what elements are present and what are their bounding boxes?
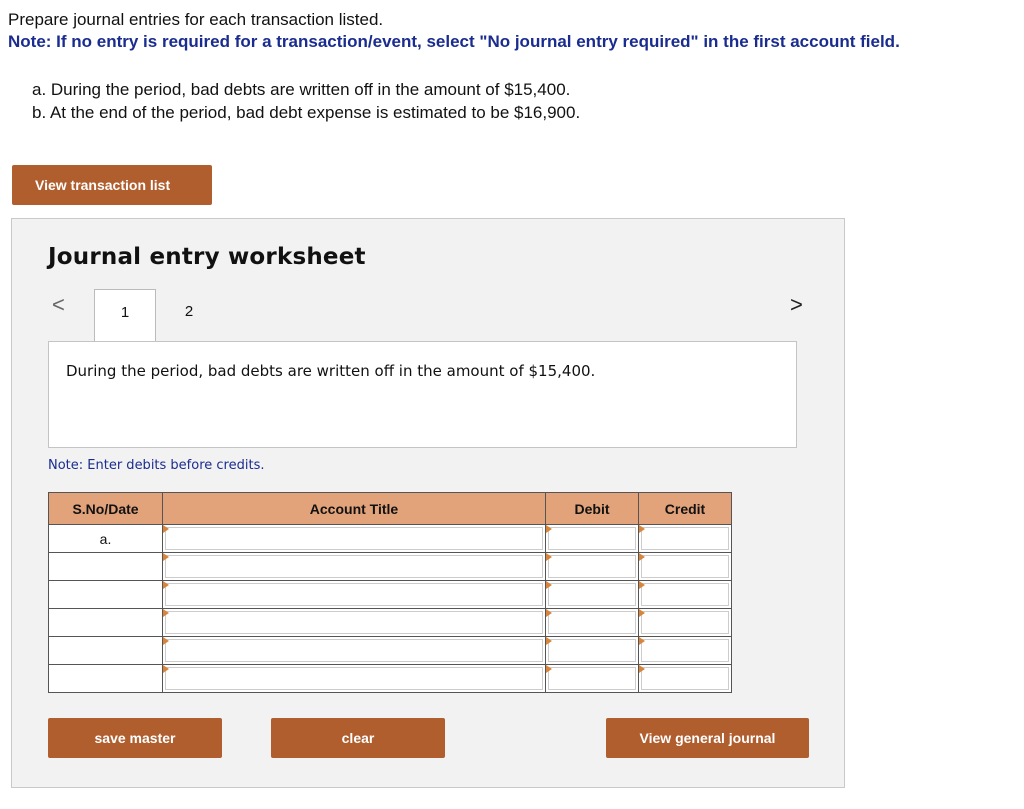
header-credit: Credit: [638, 492, 732, 525]
header-account-title: Account Title: [162, 492, 546, 525]
transaction-list: a. During the period, bad debts are writ…: [32, 78, 580, 124]
dropdown-marker-icon: [639, 553, 645, 561]
enter-debits-note: Note: Enter debits before credits.: [48, 458, 265, 473]
instructions-text: Prepare journal entries for each transac…: [8, 10, 384, 29]
credit-field-cell: [638, 524, 732, 553]
account-title-field-cell: [162, 580, 546, 609]
header-debit: Debit: [545, 492, 639, 525]
dropdown-marker-icon: [639, 525, 645, 533]
account-title-field-cell: [162, 664, 546, 693]
debit-field-cell: [545, 552, 639, 581]
account-title-field[interactable]: [165, 639, 543, 662]
debit-field-cell: [545, 636, 639, 665]
debit-field-cell: [545, 524, 639, 553]
journal-entry-table: S.No/Date Account Title Debit Credit a.: [48, 492, 732, 693]
debit-field[interactable]: [548, 527, 636, 550]
dropdown-marker-icon: [163, 609, 169, 617]
debit-field[interactable]: [548, 611, 636, 634]
table-row: [48, 552, 732, 581]
account-title-field[interactable]: [165, 583, 543, 606]
tab-1[interactable]: 1: [94, 289, 156, 342]
credit-field-cell: [638, 580, 732, 609]
table-row: [48, 608, 732, 637]
date-cell: [48, 552, 163, 581]
clear-button[interactable]: clear: [271, 718, 445, 758]
credit-field-cell: [638, 664, 732, 693]
dropdown-marker-icon: [163, 525, 169, 533]
journal-entry-worksheet-panel: Journal entry worksheet < 1 2 > During t…: [11, 218, 845, 788]
date-cell: [48, 608, 163, 637]
credit-field[interactable]: [641, 611, 729, 634]
instructions-note: Note: If no entry is required for a tran…: [8, 32, 900, 51]
table-row: [48, 636, 732, 665]
dropdown-marker-icon: [163, 553, 169, 561]
transaction-item-b: b. At the end of the period, bad debt ex…: [32, 103, 581, 122]
account-title-field-cell: [162, 636, 546, 665]
view-transaction-list-button[interactable]: View transaction list: [12, 165, 212, 205]
account-title-field-cell: [162, 524, 546, 553]
dropdown-marker-icon: [546, 581, 552, 589]
date-cell: a.: [48, 524, 163, 553]
debit-field-cell: [545, 608, 639, 637]
debit-field[interactable]: [548, 555, 636, 578]
chevron-right-icon[interactable]: >: [790, 294, 803, 316]
transaction-item-a: a. During the period, bad debts are writ…: [32, 80, 571, 99]
account-title-field[interactable]: [165, 527, 543, 550]
date-cell: [48, 664, 163, 693]
dropdown-marker-icon: [546, 609, 552, 617]
credit-field-cell: [638, 608, 732, 637]
credit-field-cell: [638, 552, 732, 581]
worksheet-title: Journal entry worksheet: [48, 244, 366, 270]
date-cell: [48, 580, 163, 609]
view-general-journal-button[interactable]: View general journal: [606, 718, 809, 758]
account-title-field[interactable]: [165, 611, 543, 634]
credit-field-cell: [638, 636, 732, 665]
dropdown-marker-icon: [546, 525, 552, 533]
table-row: [48, 664, 732, 693]
dropdown-marker-icon: [639, 665, 645, 673]
dropdown-marker-icon: [639, 609, 645, 617]
dropdown-marker-icon: [639, 581, 645, 589]
header-date: S.No/Date: [48, 492, 163, 525]
debit-field-cell: [545, 580, 639, 609]
chevron-left-icon[interactable]: <: [52, 294, 65, 316]
save-button[interactable]: save master: [48, 718, 222, 758]
debit-field[interactable]: [548, 583, 636, 606]
credit-field[interactable]: [641, 667, 729, 690]
table-row: [48, 580, 732, 609]
debit-field[interactable]: [548, 667, 636, 690]
credit-field[interactable]: [641, 583, 729, 606]
debit-field[interactable]: [548, 639, 636, 662]
dropdown-marker-icon: [639, 637, 645, 645]
dropdown-marker-icon: [163, 581, 169, 589]
credit-field[interactable]: [641, 555, 729, 578]
account-title-field-cell: [162, 608, 546, 637]
dropdown-marker-icon: [546, 637, 552, 645]
account-title-field-cell: [162, 552, 546, 581]
date-cell: [48, 636, 163, 665]
tab-2[interactable]: 2: [158, 289, 220, 341]
credit-field[interactable]: [641, 527, 729, 550]
dropdown-marker-icon: [163, 637, 169, 645]
table-row: a.: [48, 524, 732, 553]
dropdown-marker-icon: [546, 553, 552, 561]
account-title-field[interactable]: [165, 667, 543, 690]
credit-field[interactable]: [641, 639, 729, 662]
dropdown-marker-icon: [163, 665, 169, 673]
debit-field-cell: [545, 664, 639, 693]
transaction-description: During the period, bad debts are written…: [48, 341, 797, 448]
dropdown-marker-icon: [546, 665, 552, 673]
account-title-field[interactable]: [165, 555, 543, 578]
